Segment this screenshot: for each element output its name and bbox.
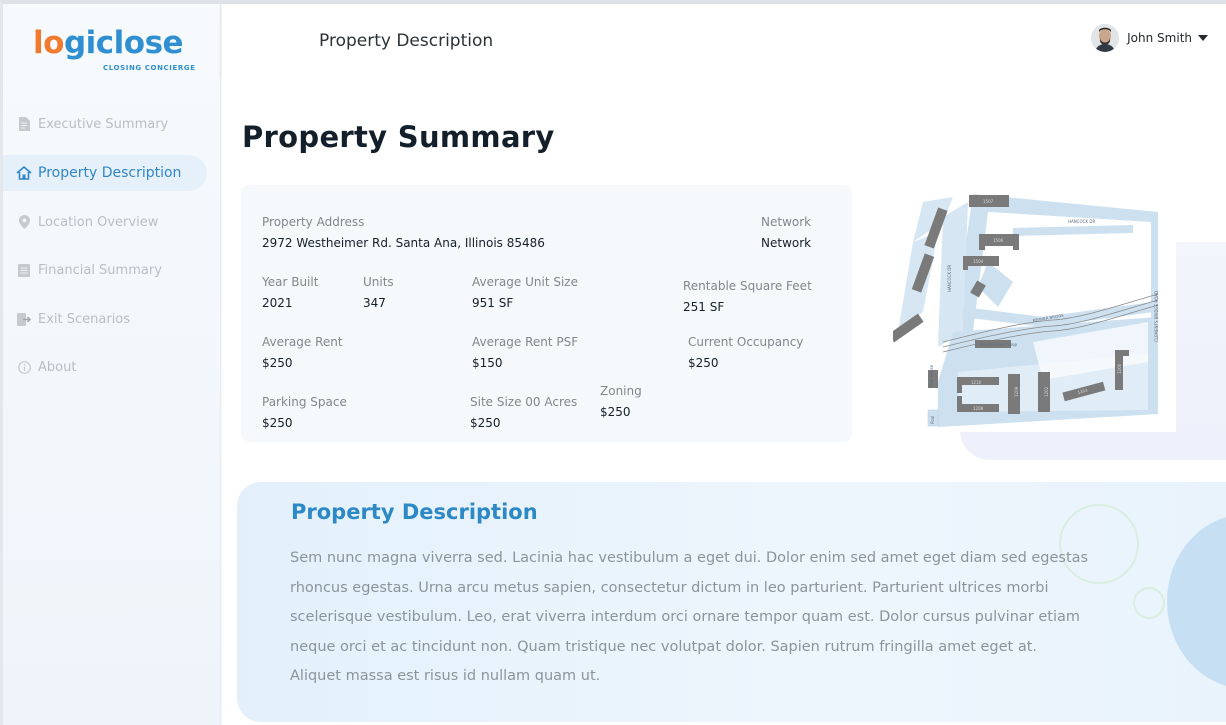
header-title: Property Description: [319, 31, 494, 51]
description-text: Sem nunc magna viverra sed. Lacinia hac …: [290, 550, 1089, 684]
property-description-card: Property Description Sem nunc magna vive…: [237, 482, 1226, 722]
info-icon: [16, 359, 32, 375]
sidebar-item-label: Location Overview: [38, 214, 159, 230]
field-label: Site Size 00 Acres: [470, 395, 578, 409]
field-label: Rentable Square Feet: [683, 279, 812, 293]
field-value: $250: [262, 416, 293, 430]
sidebar-item-label: Property Description: [38, 165, 182, 181]
field-label: Parking Space: [262, 395, 347, 409]
field-value: $250: [470, 416, 501, 430]
page-title: Property Summary: [242, 120, 555, 154]
svg-text:1208: 1208: [973, 406, 984, 411]
exit-icon: [16, 311, 32, 327]
sidebar-item-about[interactable]: About: [3, 349, 207, 385]
svg-text:Maintenance Shop: Maintenance Shop: [980, 342, 1018, 347]
site-map[interactable]: 1507 1506 1504 HANCOCK DR CLEMENTS BRIDG…: [888, 182, 1176, 432]
field-value: 251 SF: [683, 300, 725, 314]
field-label: Current Occupancy: [688, 335, 804, 349]
decorative-circle: [1133, 587, 1165, 619]
home-icon: [16, 165, 32, 181]
field-label: Property Address: [262, 215, 365, 229]
field-label: Network: [761, 215, 812, 229]
field-value: $250: [600, 405, 631, 419]
description-title: Property Description: [291, 500, 538, 524]
svg-text:Pool: Pool: [930, 416, 935, 424]
chevron-down-icon: [1198, 35, 1208, 41]
field-average-rent-psf: Average Rent PSF $150: [472, 335, 578, 370]
sidebar-item-exit-scenarios[interactable]: Exit Scenarios: [3, 301, 207, 337]
field-units: Units 347: [363, 275, 394, 310]
field-value: $250: [262, 356, 293, 370]
field-current-occupancy: Current Occupancy $250: [688, 335, 803, 370]
field-value: 347: [363, 296, 386, 310]
field-value: 951 SF: [472, 296, 514, 310]
field-network: Network Network: [761, 215, 811, 250]
svg-text:HANCOCK DR: HANCOCK DR: [947, 265, 952, 292]
site-map-drawing: 1507 1506 1504 HANCOCK DR CLEMENTS BRIDG…: [888, 194, 1159, 427]
sidebar-item-property-description[interactable]: Property Description: [3, 155, 207, 191]
svg-text:1200: 1200: [1117, 363, 1122, 374]
field-value: 2972 Westheimer Rd. Santa Ana, Illinois …: [262, 236, 545, 250]
user-name: John Smith: [1127, 31, 1192, 45]
logiclose-logo[interactable]: logiclose CLOSING CONCIERGE: [33, 25, 196, 78]
sidebar-item-location-overview[interactable]: Location Overview: [3, 204, 207, 240]
field-label: Average Rent PSF: [472, 335, 579, 349]
logo-tagline: CLOSING CONCIERGE: [103, 64, 196, 72]
location-pin-icon: [16, 214, 32, 230]
field-zoning: Zoning $250: [600, 384, 642, 419]
property-summary-card: Property Address 2972 Westheimer Rd. San…: [241, 185, 852, 442]
report-icon: [16, 262, 32, 278]
field-site-size: Site Size 00 Acres $250: [470, 395, 577, 430]
field-label: Year Built: [262, 275, 319, 289]
svg-text:1506: 1506: [993, 238, 1004, 243]
sidebar-item-executive-summary[interactable]: Executive Summary: [3, 106, 207, 142]
svg-text:1504: 1504: [973, 259, 984, 264]
field-value: 2021: [262, 296, 293, 310]
user-menu[interactable]: John Smith: [1091, 24, 1208, 52]
sidebar-item-label: Exit Scenarios: [38, 311, 131, 327]
field-average-unit-size: Average Unit Size 951 SF: [472, 275, 578, 310]
svg-text:1210: 1210: [971, 380, 982, 385]
field-parking-space: Parking Space $250: [262, 395, 347, 430]
avatar: [1091, 24, 1120, 52]
field-label: Zoning: [600, 384, 642, 398]
field-value: $150: [472, 356, 503, 370]
sidebar: logiclose CLOSING CONCIERGE Executive Su…: [3, 4, 221, 725]
svg-text:CLEMENTS BRIDGE ROAD: CLEMENTS BRIDGE ROAD: [1154, 291, 1159, 342]
field-label: Average Unit Size: [472, 275, 578, 289]
field-value: Network: [761, 236, 812, 250]
field-label: Units: [363, 275, 394, 289]
decorative-blob: [1167, 514, 1226, 689]
top-header: Property Description John Smith: [222, 4, 1226, 76]
sidebar-item-financial-summary[interactable]: Financial Summary: [3, 252, 207, 288]
sidebar-item-label: Financial Summary: [38, 262, 162, 278]
field-average-rent: Average Rent $250: [262, 335, 343, 370]
field-property-address: Property Address 2972 Westheimer Rd. San…: [262, 215, 545, 250]
sidebar-item-label: Executive Summary: [38, 116, 169, 132]
field-label: Average Rent: [262, 335, 343, 349]
svg-text:1209: 1209: [1014, 386, 1019, 397]
svg-text:1202: 1202: [1044, 386, 1049, 397]
svg-text:HANCOCK DR: HANCOCK DR: [1068, 219, 1095, 224]
svg-text:Pool House: Pool House: [929, 364, 934, 387]
logo-wordmark: logiclose: [33, 25, 184, 61]
sidebar-item-label: About: [38, 359, 77, 375]
field-rentable-square-feet: Rentable Square Feet 251 SF: [683, 279, 812, 314]
field-year-built: Year Built 2021: [262, 275, 318, 310]
field-value: $250: [688, 356, 719, 370]
svg-text:1507: 1507: [983, 199, 994, 204]
document-icon: [16, 116, 32, 132]
